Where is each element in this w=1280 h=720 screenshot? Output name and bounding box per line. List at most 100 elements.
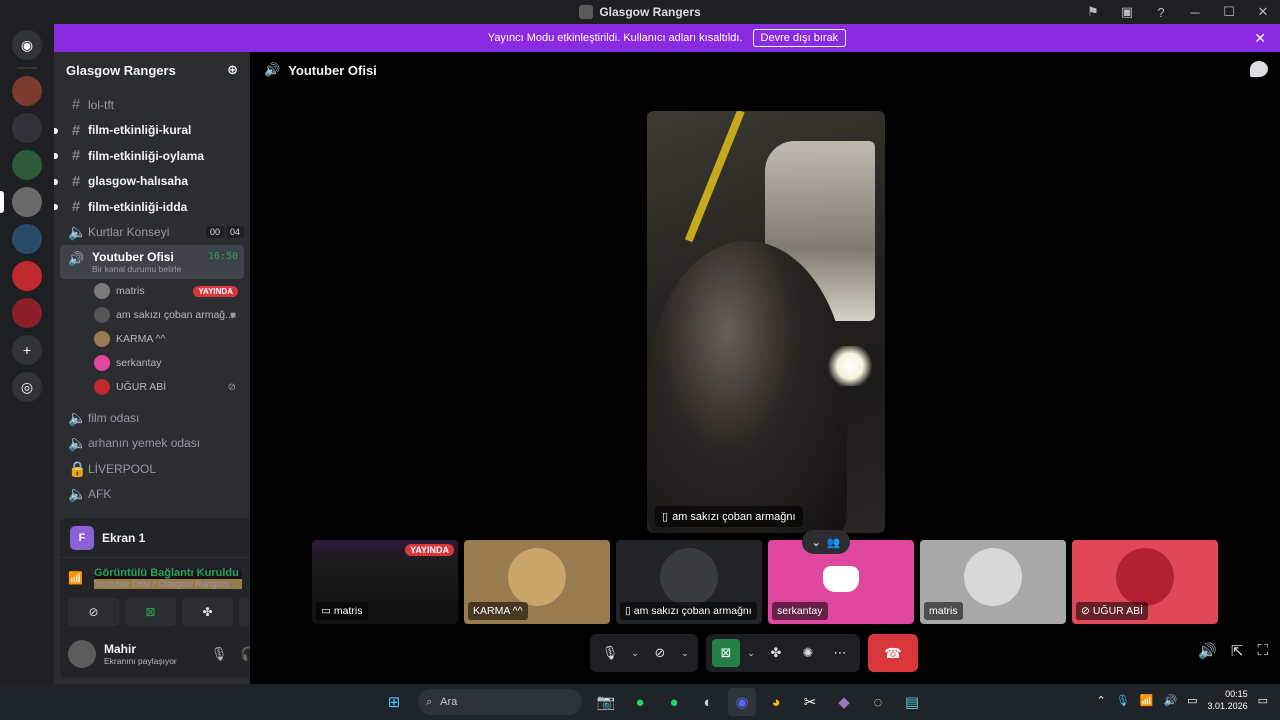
server-icon <box>579 5 594 19</box>
steam-icon[interactable]: ◐ <box>694 688 722 716</box>
title-bar: Glasgow Rangers ⚑ ▣ ? ─ ☐ ✕ <box>0 0 1280 24</box>
server-item[interactable] <box>12 298 42 328</box>
help-icon[interactable]: ? <box>1144 0 1178 24</box>
tile-participant[interactable]: matris <box>920 540 1066 624</box>
minimize-button[interactable]: ─ <box>1178 0 1212 24</box>
tile-participant[interactable]: ⊘ UĞUR ABİ <box>1072 540 1218 624</box>
hash-icon: # <box>71 96 81 114</box>
whatsapp-icon[interactable]: ● <box>626 688 654 716</box>
tray-chevron-icon[interactable]: ⌃ <box>1097 694 1106 707</box>
disable-streamer-mode-button[interactable]: Devre dışı bırak <box>752 29 847 47</box>
live-badge: YAYINDA <box>405 544 454 556</box>
camera-app-icon[interactable]: 📷 <box>592 688 620 716</box>
snipping-icon[interactable]: ✂ <box>796 688 824 716</box>
speaker-icon: 🔈 <box>68 435 87 453</box>
channel-status[interactable]: Bir kanal durumu belirle <box>92 264 181 274</box>
tile-stream[interactable]: YAYINDA ▭ matris <box>312 540 458 624</box>
screen-share-button[interactable]: ⊠ <box>125 598 176 626</box>
disconnect-button[interactable]: ☎ <box>868 634 918 672</box>
channel-name: glasgow-halısaha <box>88 174 189 189</box>
popout-icon[interactable]: ⇱ <box>1231 642 1244 660</box>
window-title: Glasgow Rangers <box>579 5 701 19</box>
connection-location[interactable]: Youtuber Ofisi / Glasgow Rangers <box>94 579 242 589</box>
add-server-icon[interactable]: + <box>12 335 42 365</box>
camera-off-icon[interactable]: ⊘ <box>646 639 674 667</box>
chevron-down-icon[interactable]: ⌄ <box>628 639 642 667</box>
focused-video[interactable]: ▯ am sakızı çoban armağnı <box>647 111 885 533</box>
server-item[interactable] <box>12 76 42 106</box>
camera-off-button[interactable]: ⊘ <box>68 598 119 626</box>
server-item[interactable] <box>12 224 42 254</box>
visual-studio-icon[interactable]: ◆ <box>830 688 858 716</box>
voice-channel-arhanin-yemek-odasi[interactable]: 🔈 arhanın yemek odası <box>60 431 244 457</box>
clock[interactable]: 00:15 3.01.2026 <box>1208 688 1248 712</box>
voice-channel-film-odasi[interactable]: 🔈 film odası <box>60 405 244 431</box>
screen-share-icon[interactable]: ⊠ <box>712 639 740 667</box>
soundboard-icon[interactable]: ✺ <box>794 639 822 667</box>
channel-film-etkinligi-idda[interactable]: # film-etkinliği-idda <box>54 194 244 220</box>
voice-channel-youtuber-ofisi[interactable]: 🔊 Youtuber Ofisi Bir kanal durumu belirl… <box>60 245 244 279</box>
fullscreen-icon[interactable]: ⛶ <box>1257 642 1268 660</box>
folder-icon[interactable] <box>12 113 42 143</box>
wifi-icon[interactable]: 📶 <box>1140 694 1154 707</box>
microphone-tray-icon[interactable]: 🎙 <box>1116 694 1130 707</box>
invite-icon[interactable]: ⊕ <box>227 62 238 78</box>
notification-icon[interactable]: ▭ <box>1258 694 1268 707</box>
server-item-active[interactable] <box>0 187 42 217</box>
flag-icon[interactable]: ⚑ <box>1076 0 1110 24</box>
user-avatar[interactable] <box>68 640 96 668</box>
notepad-icon[interactable]: ▤ <box>898 688 926 716</box>
activities-icon[interactable]: ✤ <box>762 639 790 667</box>
more-icon[interactable]: ⋯ <box>826 639 854 667</box>
channel-name: film-etkinliği-idda <box>88 199 188 214</box>
battery-icon[interactable]: ▭ <box>1187 694 1197 707</box>
maximize-button[interactable]: ☐ <box>1212 0 1246 24</box>
channel-film-etkinligi-kural[interactable]: # film-etkinliği-kural <box>54 118 244 144</box>
taskbar-search[interactable]: ⌕ Ara <box>418 689 582 715</box>
microphone-icon[interactable]: 🎙 <box>208 646 230 662</box>
discord-home-icon[interactable]: ◉ <box>12 30 42 60</box>
server-item[interactable] <box>12 261 42 291</box>
live-badge: YAYINDA <box>193 285 238 297</box>
start-icon[interactable]: ⊞ <box>380 688 408 716</box>
discord-taskbar-icon[interactable]: ◉ <box>728 688 756 716</box>
inbox-icon[interactable]: ▣ <box>1110 0 1144 24</box>
close-banner-icon[interactable]: ✕ <box>1254 30 1266 47</box>
chevron-down-icon[interactable]: ⌄ <box>678 639 692 667</box>
volume-tray-icon[interactable]: 🔊 <box>1163 694 1177 707</box>
discover-icon[interactable]: ◎ <box>12 372 42 402</box>
activities-button[interactable]: ✤ <box>182 598 233 626</box>
microphone-icon[interactable]: 🎙 <box>596 639 624 667</box>
volume-icon[interactable]: 🔊 <box>1198 642 1217 660</box>
tile-participant[interactable]: ▯ am sakızı çoban armağnı <box>616 540 762 624</box>
voice-member[interactable]: KARMA ^^ <box>60 327 244 351</box>
server-name: Glasgow Rangers <box>66 62 176 78</box>
tile-participant[interactable]: KARMA ^^ <box>464 540 610 624</box>
server-header[interactable]: Glasgow Rangers ⊕ <box>54 52 250 88</box>
chevron-down-icon[interactable]: ⌄ <box>744 639 758 667</box>
channel-lol-tft[interactable]: # lol-tft <box>60 92 244 118</box>
spotify-icon[interactable]: ● <box>660 688 688 716</box>
signal-icon[interactable]: 📶 <box>68 571 88 585</box>
voice-member[interactable]: serkantay <box>60 351 244 375</box>
channel-film-etkinligi-oylama[interactable]: # film-etkinliği-oylama <box>54 143 244 169</box>
member-name: KARMA ^^ <box>116 333 166 345</box>
chat-bubble-icon[interactable] <box>1250 61 1268 77</box>
collapse-tiles-button[interactable]: ⌄ 👥 <box>802 530 850 554</box>
voice-channel-afk[interactable]: 🔈 AFK <box>60 482 244 508</box>
channel-glasgow-halisaha[interactable]: # glasgow-halısaha <box>54 169 244 195</box>
connection-text[interactable]: Görüntülü Bağlantı Kuruldu <box>94 567 242 579</box>
hash-icon: # <box>71 147 81 165</box>
voice-member[interactable]: matris YAYINDA <box>60 279 244 303</box>
app-icon[interactable]: ◌ <box>864 688 892 716</box>
camera-icon <box>660 548 718 606</box>
unread-dot <box>54 204 58 210</box>
voice-channel-kurtlar-konseyi[interactable]: 🔈 Kurtlar Konseyi 00 04 <box>60 220 244 246</box>
voice-member[interactable]: am sakızı çoban armağ... ■ <box>60 303 244 327</box>
close-button[interactable]: ✕ <box>1246 0 1280 24</box>
avatar <box>94 307 110 323</box>
voice-member[interactable]: UĞUR ABİ ⊘ <box>60 375 244 399</box>
server-item[interactable] <box>12 150 42 180</box>
voice-channel-liverpool[interactable]: 🔒 LİVERPOOL <box>60 456 244 482</box>
chrome-icon[interactable]: ◕ <box>762 688 790 716</box>
